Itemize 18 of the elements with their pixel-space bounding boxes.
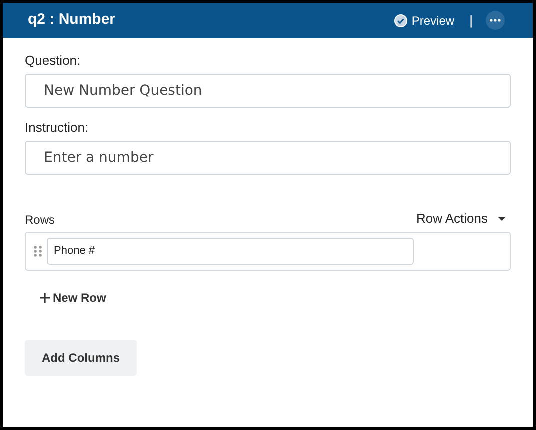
- field-label: Instruction:: [25, 120, 90, 136]
- plus-icon: [40, 292, 50, 302]
- caret-icon: [498, 216, 506, 221]
- check-circle-icon: [394, 14, 408, 28]
- more-button[interactable]: [486, 11, 505, 30]
- add-columns-button[interactable]: Add Columns: [25, 340, 137, 376]
- question-field[interactable]: New Number Question: [25, 74, 511, 108]
- rows-label: Rows: [25, 212, 56, 228]
- preview-button[interactable]: Preview: [394, 12, 455, 30]
- field-label: Question:: [25, 53, 82, 69]
- row-actions-button[interactable]: Row Actions: [416, 209, 506, 228]
- separator: |: [470, 12, 473, 30]
- panel-title: q2 : Number: [28, 10, 116, 30]
- row-field[interactable]: Phone #: [47, 238, 414, 264]
- new-row-button[interactable]: New Row: [40, 288, 106, 306]
- more-icon: [490, 19, 501, 22]
- drag-handle-icon[interactable]: [34, 246, 42, 256]
- instruction-field[interactable]: Enter a number: [25, 141, 511, 175]
